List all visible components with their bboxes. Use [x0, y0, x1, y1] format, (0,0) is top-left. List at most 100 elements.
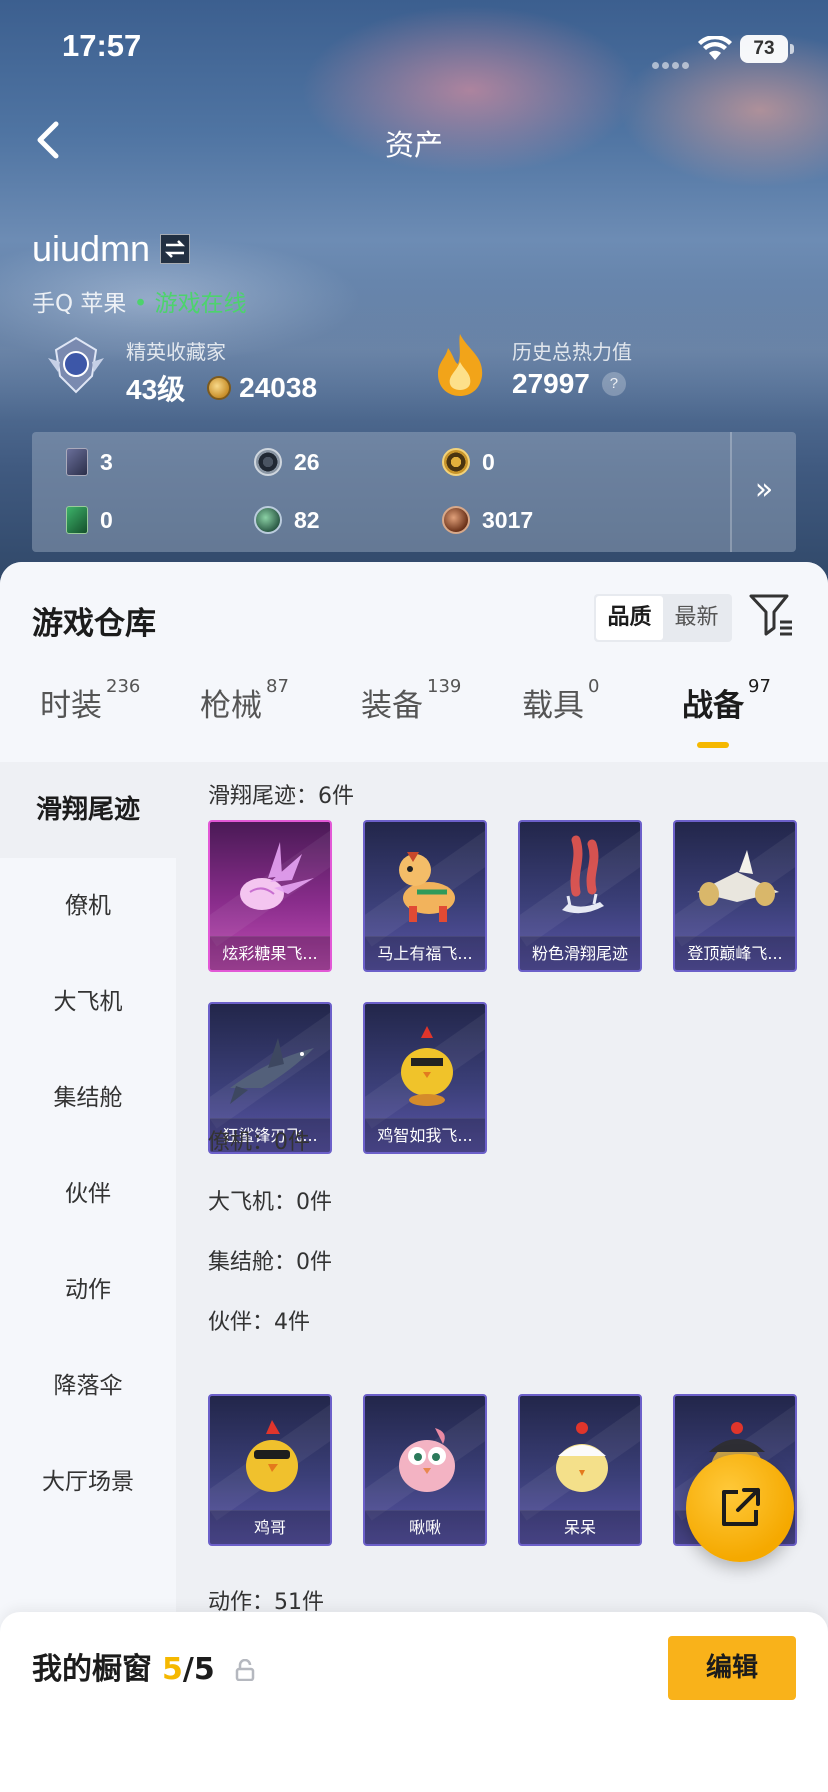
collector-value: 43级 24038 [126, 368, 317, 408]
user-platform: 手Q 苹果 [32, 291, 127, 317]
heat-stat: 历史总热力值 27997 ? [432, 334, 792, 406]
pink-glide-trail-icon [562, 835, 604, 914]
item-card[interactable]: 鸡哥 [208, 1394, 332, 1546]
nav-bar: 资产 [0, 100, 828, 180]
item-card[interactable]: 炫彩糖果飞... [208, 820, 332, 972]
currency-value: 82 [294, 506, 320, 533]
item-label: 炫彩糖果飞... [222, 944, 318, 963]
item-card[interactable]: 马上有福飞... [363, 820, 487, 972]
currency-value: 0 [482, 448, 495, 475]
category-emote[interactable]: 动作 [0, 1242, 176, 1338]
tab-count: 0 [588, 676, 600, 697]
category-companion[interactable]: 伙伴 [0, 1146, 176, 1242]
switch-account-icon[interactable] [160, 234, 191, 264]
currency-value: 3 [100, 448, 113, 475]
silver-gear-coin-icon [254, 448, 282, 476]
active-tab-indicator [697, 742, 729, 748]
item-label: 粉色滑翔尾迹 [531, 944, 628, 963]
item-card[interactable]: 粉色滑翔尾迹 [518, 820, 642, 972]
panel-divider [730, 432, 732, 552]
share-button[interactable] [686, 1454, 794, 1562]
item-label: 啾啾 [408, 1518, 441, 1537]
collector-label: 精英收藏家 [126, 340, 226, 364]
section-title: 大飞机：0件 [208, 1190, 332, 1215]
tab-count: 236 [106, 676, 141, 697]
lock-icon [235, 1659, 254, 1681]
tab-battle-gear[interactable]: 战备97 [682, 676, 771, 762]
collector-points: 24038 [239, 372, 318, 403]
purple-card-icon [66, 448, 88, 476]
sort-newest-option[interactable]: 最新 [663, 596, 730, 640]
bronze-coin-icon [442, 506, 470, 534]
currency-item: 3017 [442, 506, 533, 534]
flame-icon [438, 334, 483, 396]
chicken-companion-icon [246, 1420, 298, 1492]
chick-companion-icon [556, 1422, 608, 1492]
collector-level: 43级 [126, 374, 186, 405]
category-parachute[interactable]: 降落伞 [0, 1338, 176, 1434]
gold-emblem-coin-icon [442, 448, 470, 476]
currency-item: 26 [254, 448, 320, 476]
warehouse-header: 游戏仓库 品质 最新 时装236 枪械87 装备139 载具0 战备97 [0, 562, 828, 762]
profile-hero: 17:57 73 资产 uiudmn 手Q 苹果 • 游戏在线 精英收藏家 43… [0, 0, 828, 600]
currency-item: 0 [66, 506, 113, 534]
currency-item: 3 [66, 448, 113, 476]
category-wingman[interactable]: 僚机 [0, 858, 176, 954]
tab-label: 装备 [361, 688, 423, 724]
tab-label: 战备 [682, 688, 744, 724]
item-card[interactable]: 鸡智如我飞... [363, 1002, 487, 1154]
chicken-glider-icon [401, 1026, 453, 1106]
tab-vehicles[interactable]: 载具0 [522, 676, 599, 762]
tab-firearms[interactable]: 枪械87 [200, 676, 289, 762]
showcase-slash: / [182, 1652, 194, 1687]
tab-label: 载具 [522, 688, 584, 724]
item-label: 呆呆 [563, 1518, 596, 1537]
category-lobby-scene[interactable]: 大厅场景 [0, 1434, 176, 1530]
item-type-tabs: 时装236 枪械87 装备139 载具0 战备97 [0, 676, 828, 762]
showcase-label: 我的橱窗 [32, 1652, 152, 1687]
item-card[interactable]: 呆呆 [518, 1394, 642, 1546]
tab-equipment[interactable]: 装备139 [361, 676, 461, 762]
item-card[interactable]: 登顶巅峰飞... [673, 820, 797, 972]
section-title: 滑翔尾迹：6件 [208, 784, 354, 809]
candy-glider-icon [240, 842, 314, 910]
summit-glider-icon [697, 850, 779, 906]
heat-value-row: 27997 ? [512, 368, 626, 400]
help-icon[interactable]: ? [601, 372, 626, 396]
sort-quality-option[interactable]: 品质 [596, 596, 663, 640]
tab-count: 87 [266, 676, 289, 697]
heat-value: 27997 [512, 368, 590, 399]
status-time: 17:57 [62, 28, 142, 63]
category-assembly-pod[interactable]: 集结舱 [0, 1050, 176, 1146]
user-platform-status: 手Q 苹果 • 游戏在线 [32, 284, 247, 318]
section-title: 集结舱：0件 [208, 1250, 332, 1275]
filter-icon[interactable] [748, 592, 794, 638]
item-label: 马上有福飞... [377, 944, 473, 963]
showcase-total-count: 5 [193, 1652, 215, 1687]
currency-value: 3017 [482, 506, 534, 533]
tab-fashion[interactable]: 时装236 [40, 676, 140, 762]
tab-count: 139 [427, 676, 462, 697]
category-big-plane[interactable]: 大飞机 [0, 954, 176, 1050]
currency-value: 26 [294, 448, 320, 475]
item-label: 登顶巅峰飞... [687, 944, 783, 963]
currency-value: 0 [100, 506, 113, 533]
item-label: 鸡智如我飞... [377, 1126, 473, 1145]
category-glide-trail[interactable]: 滑翔尾迹 [0, 762, 176, 858]
green-orb-coin-icon [254, 506, 282, 534]
expand-chevrons-icon[interactable]: » [744, 470, 784, 510]
sort-toggle: 品质 最新 [594, 594, 732, 642]
tab-label: 时装 [40, 688, 102, 724]
showcase-bar: 我的橱窗 5/5 编辑 [0, 1612, 828, 1792]
collector-stat: 精英收藏家 43级 24038 [46, 336, 406, 406]
user-name: uiudmn [32, 228, 151, 269]
tab-label: 枪械 [200, 688, 262, 724]
edit-button[interactable]: 编辑 [668, 1636, 796, 1700]
heat-label: 历史总热力值 [512, 340, 632, 364]
currency-panel: 3 26 0 0 82 3017 » [32, 432, 796, 552]
showcase-used-count: 5 [162, 1652, 183, 1687]
item-card[interactable]: 啾啾 [363, 1394, 487, 1546]
currency-item: 82 [254, 506, 320, 534]
tab-count: 97 [748, 676, 771, 697]
lucky-horse-glider-icon [399, 852, 455, 922]
